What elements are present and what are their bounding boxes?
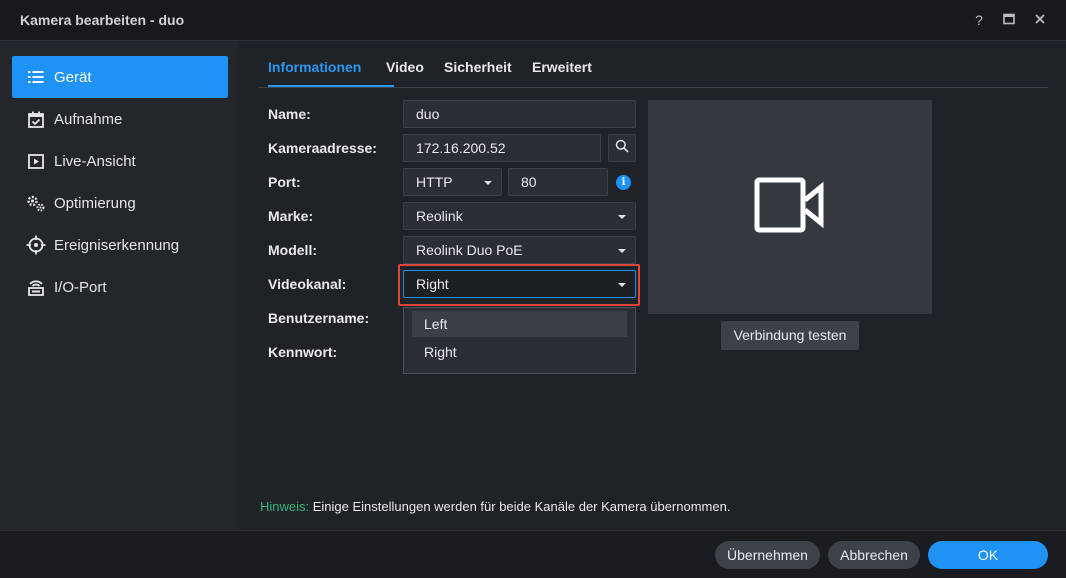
- close-icon[interactable]: [1031, 11, 1049, 29]
- highlight-box: [398, 264, 640, 306]
- play-box-icon: [26, 151, 46, 171]
- channel-label: Videokanal:: [268, 276, 347, 292]
- chevron-down-icon: [618, 249, 626, 253]
- apply-button[interactable]: Übernehmen: [715, 541, 820, 569]
- dropdown-option-left[interactable]: Left: [412, 311, 627, 337]
- sidebar: Gerät Aufnahme Live-Ansicht Optimierung …: [0, 41, 238, 530]
- list-icon: [26, 67, 46, 87]
- test-connection-button[interactable]: Verbindung testen: [721, 321, 859, 350]
- sidebar-item-live-ansicht[interactable]: Live-Ansicht: [12, 140, 228, 182]
- hint-text: Hinweis: Einige Einstellungen werden für…: [260, 499, 730, 514]
- sidebar-item-aufnahme[interactable]: Aufnahme: [12, 98, 228, 140]
- brand-label: Marke:: [268, 208, 314, 224]
- port-label: Port:: [268, 174, 301, 190]
- io-port-icon: [26, 277, 46, 297]
- dropdown-option-right[interactable]: Right: [412, 339, 627, 365]
- hint-message: Einige Einstellungen werden für beide Ka…: [312, 499, 731, 514]
- sidebar-item-label: Gerät: [54, 68, 92, 86]
- cancel-button[interactable]: Abbrechen: [828, 541, 920, 569]
- search-button[interactable]: [608, 134, 636, 162]
- gears-icon: [26, 193, 46, 213]
- port-protocol-value: HTTP: [416, 174, 453, 190]
- chevron-down-icon: [618, 215, 626, 219]
- search-icon: [615, 139, 629, 158]
- model-select[interactable]: Reolink Duo PoE: [403, 236, 636, 264]
- sidebar-item-label: I/O-Port: [54, 278, 107, 296]
- sidebar-item-label: Optimierung: [54, 194, 136, 212]
- password-label: Kennwort:: [268, 344, 338, 360]
- question-icon[interactable]: ?: [970, 11, 988, 29]
- ok-button[interactable]: OK: [928, 541, 1048, 569]
- camera-address-field[interactable]: 172.16.200.52: [403, 134, 601, 162]
- brand-select[interactable]: Reolink: [403, 202, 636, 230]
- sidebar-item-label: Ereigniserkennung: [54, 236, 180, 254]
- calendar-check-icon: [26, 109, 46, 129]
- chevron-down-icon: [484, 181, 492, 185]
- address-label: Kameraadresse:: [268, 140, 377, 156]
- brand-value: Reolink: [416, 208, 463, 224]
- tab-bar: Informationen Video Sicherheit Erweitert: [258, 53, 1048, 88]
- footer: Übernehmen Abbrechen OK: [0, 530, 1066, 578]
- port-number-field[interactable]: 80: [508, 168, 608, 196]
- hint-prefix: Hinweis:: [260, 499, 310, 514]
- model-label: Modell:: [268, 242, 317, 258]
- maximize-icon[interactable]: [1000, 11, 1018, 29]
- window-title: Kamera bearbeiten - duo: [20, 12, 185, 28]
- sidebar-item-ereigniserkennung[interactable]: Ereigniserkennung: [12, 224, 228, 266]
- sidebar-item-geraet[interactable]: Gerät: [12, 56, 228, 98]
- username-label: Benutzername:: [268, 310, 370, 326]
- main-content: Informationen Video Sicherheit Erweitert…: [238, 41, 1066, 530]
- crosshair-icon: [26, 235, 46, 255]
- sidebar-item-label: Aufnahme: [54, 110, 123, 128]
- tab-erweitert[interactable]: Erweitert: [532, 59, 592, 75]
- info-icon[interactable]: i: [616, 175, 631, 190]
- name-field[interactable]: duo: [403, 100, 636, 128]
- model-value: Reolink Duo PoE: [416, 242, 523, 258]
- tab-video[interactable]: Video: [386, 59, 424, 75]
- active-tab-indicator: [268, 85, 394, 87]
- title-bar: Kamera bearbeiten - duo ?: [0, 0, 1066, 41]
- sidebar-item-label: Live-Ansicht: [54, 152, 136, 170]
- name-label: Name:: [268, 106, 311, 122]
- tab-informationen[interactable]: Informationen: [268, 59, 361, 75]
- port-protocol-select[interactable]: HTTP: [403, 168, 502, 196]
- sidebar-item-optimierung[interactable]: Optimierung: [12, 182, 228, 224]
- tab-sicherheit[interactable]: Sicherheit: [444, 59, 512, 75]
- video-camera-icon: [754, 177, 826, 238]
- sidebar-item-io-port[interactable]: I/O-Port: [12, 266, 228, 308]
- video-channel-dropdown: Left Right: [403, 307, 636, 374]
- camera-preview: [648, 100, 932, 314]
